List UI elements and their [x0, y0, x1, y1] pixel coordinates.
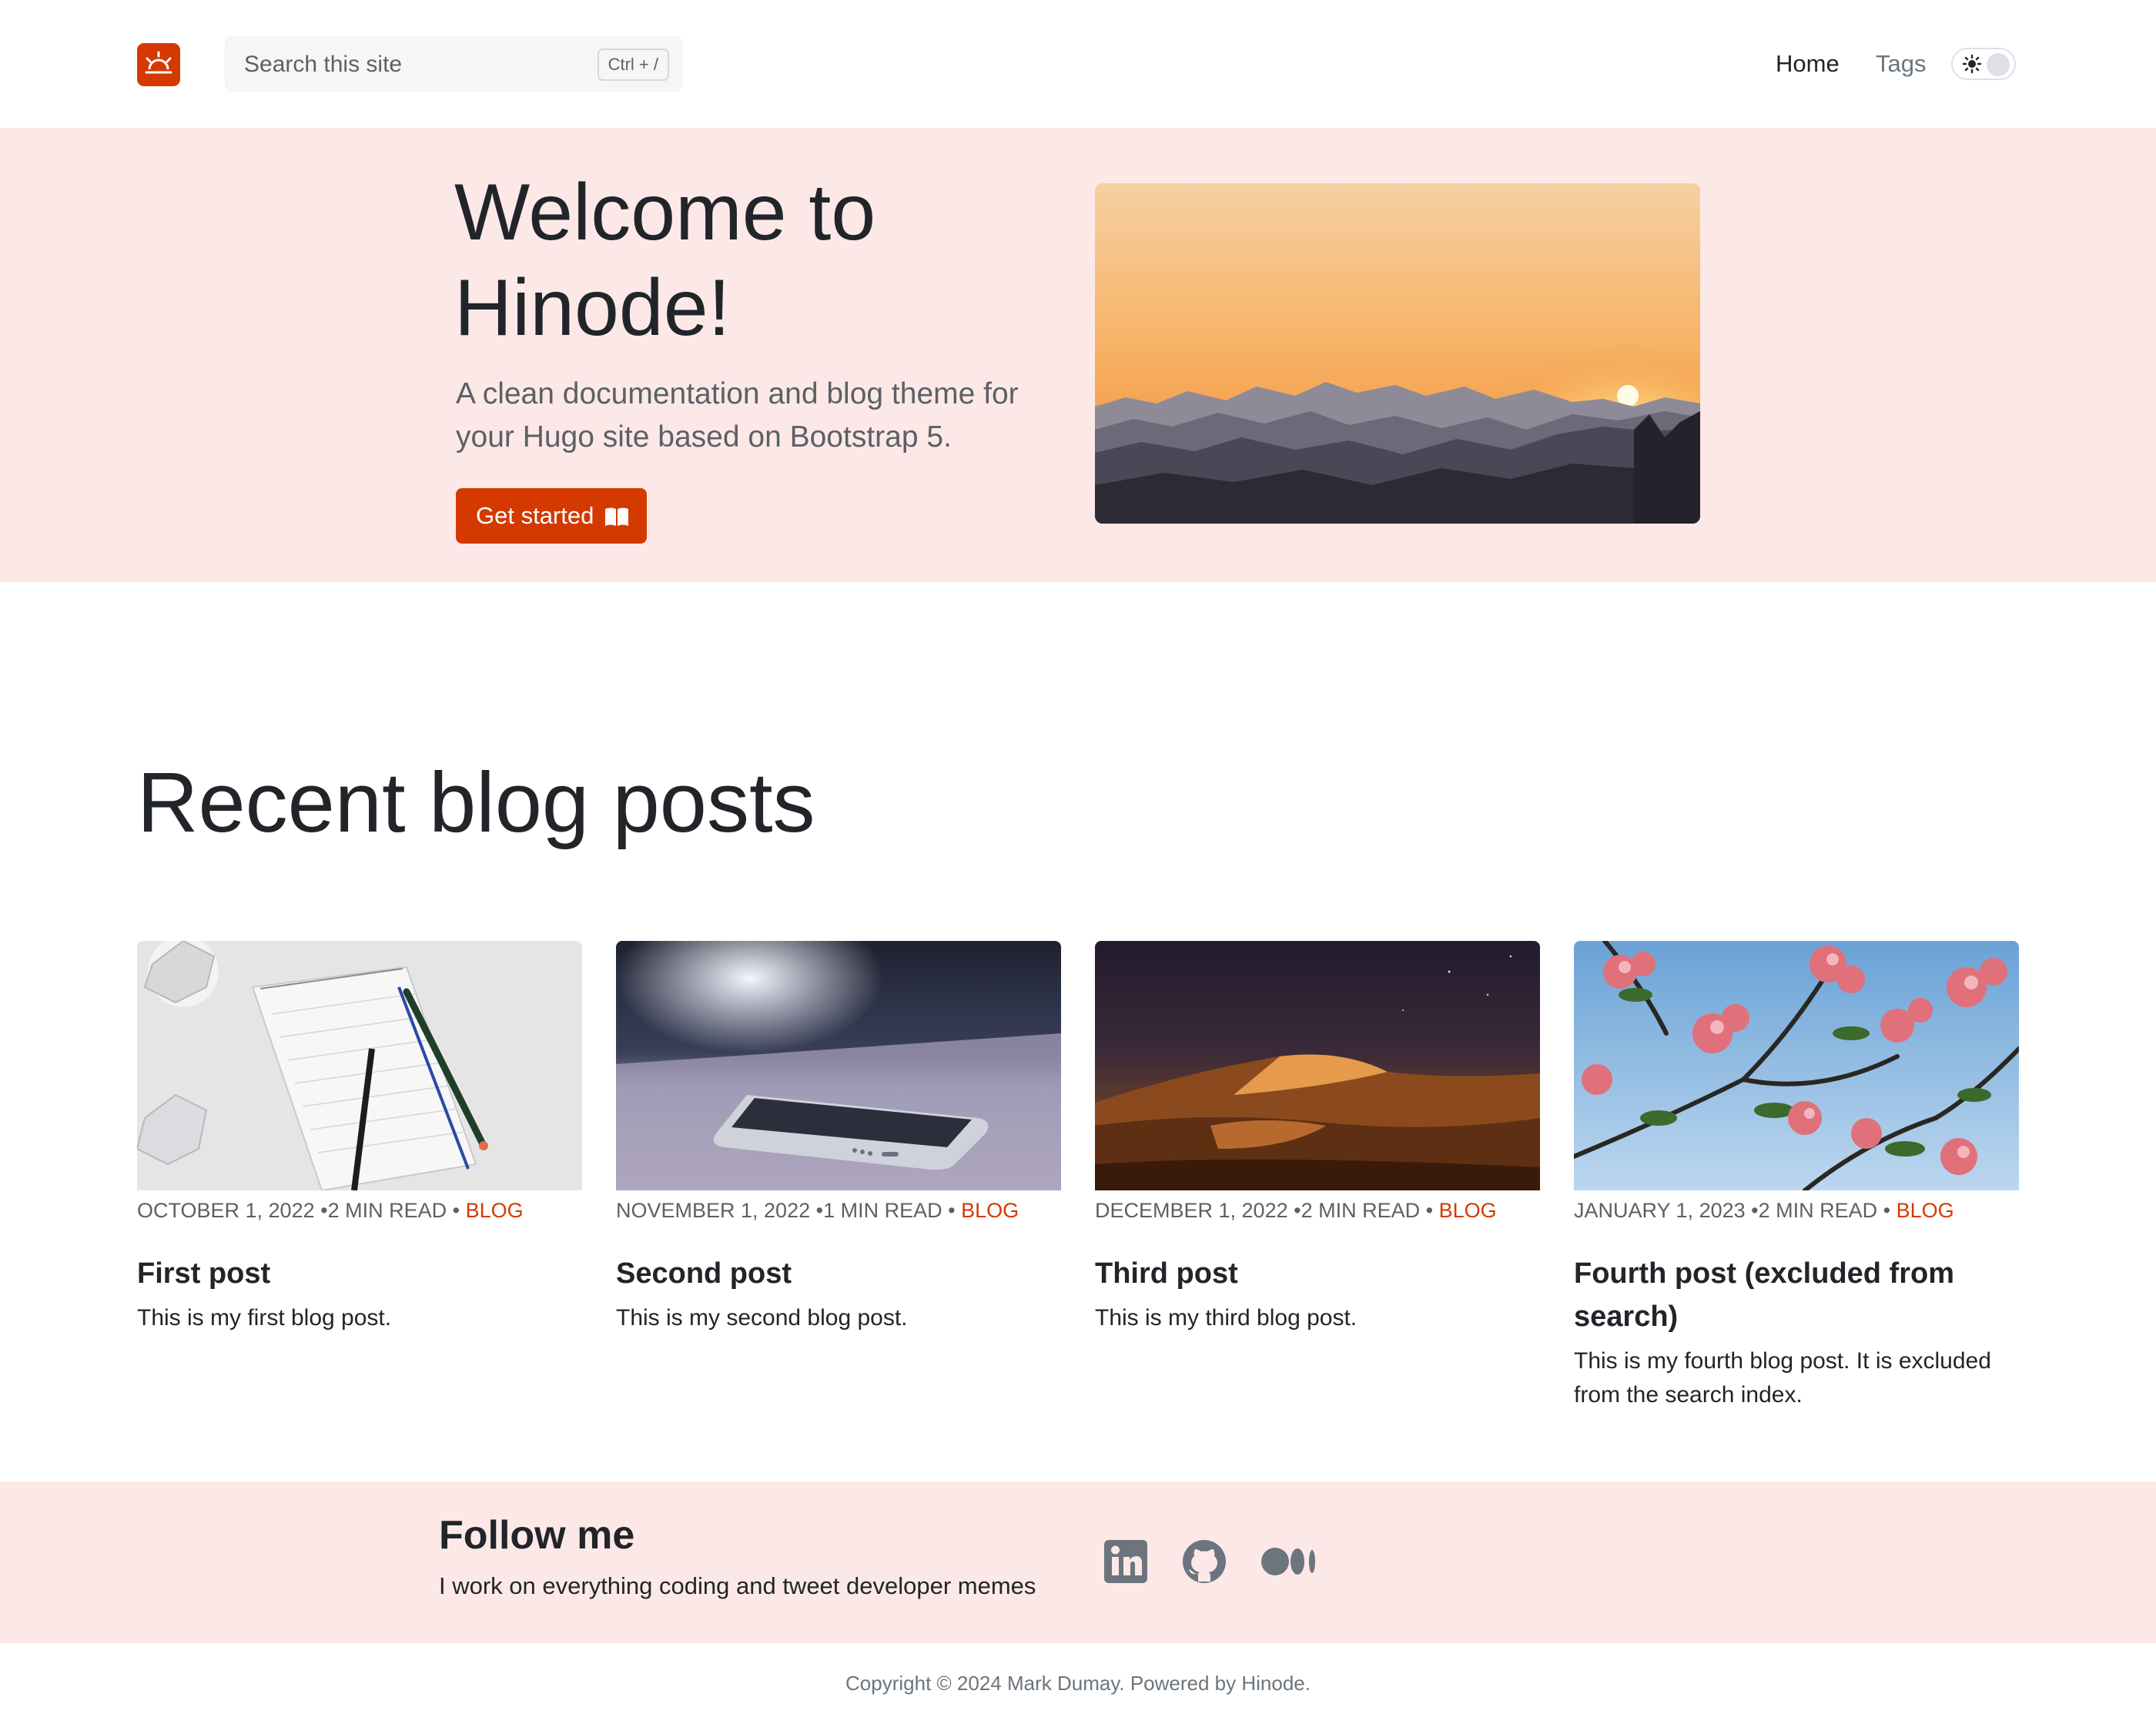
get-started-button[interactable]: Get started	[456, 488, 647, 544]
post-title[interactable]: Second post	[616, 1252, 1061, 1295]
theme-toggle[interactable]	[1951, 48, 2016, 80]
post-description: This is my fourth blog post. It is exclu…	[1574, 1348, 1991, 1408]
post-date: JANUARY 1, 2023	[1574, 1199, 1746, 1222]
post-read-time: 2 MIN READ	[1301, 1199, 1421, 1222]
blossom-image[interactable]	[1574, 941, 2019, 1190]
medium-icon[interactable]	[1260, 1537, 1321, 1586]
recent-posts-title: Recent blog posts	[137, 755, 815, 850]
nav-home-link[interactable]: Home	[1776, 0, 1840, 128]
post-tag-link[interactable]: BLOG	[1897, 1199, 1954, 1222]
follow-subtitle: I work on everything coding and tweet de…	[439, 1572, 1036, 1599]
post-date: OCTOBER 1, 2022	[137, 1199, 315, 1222]
hero-subtitle: A clean documentation and blog theme for…	[456, 377, 1019, 454]
post-date: NOVEMBER 1, 2022	[616, 1199, 811, 1222]
post-card[interactable]: NOVEMBER 1, 2022 •1 MIN READ • BLOG Seco…	[616, 941, 1061, 1335]
follow-title: Follow me	[439, 1513, 635, 1558]
get-started-label: Get started	[476, 502, 594, 529]
navbar: Search this site Ctrl + / Home Tags	[0, 0, 2156, 128]
meta-separator: •	[1883, 1199, 1891, 1222]
post-description: This is my third blog post.	[1095, 1305, 1358, 1331]
meta-separator: •	[815, 1199, 824, 1222]
post-meta: NOVEMBER 1, 2022 •1 MIN READ • BLOG	[616, 1197, 1061, 1224]
post-description: This is my first blog post.	[137, 1305, 392, 1331]
post-read-time: 2 MIN READ	[327, 1199, 447, 1222]
post-tag-link[interactable]: BLOG	[466, 1199, 524, 1222]
meta-separator: •	[948, 1199, 956, 1222]
post-card[interactable]: OCTOBER 1, 2022 •2 MIN READ • BLOG First…	[137, 941, 582, 1335]
meta-separator: •	[452, 1199, 460, 1222]
post-card[interactable]: JANUARY 1, 2023 •2 MIN READ • BLOG Fourt…	[1574, 941, 2019, 1412]
post-meta: OCTOBER 1, 2022 •2 MIN READ • BLOG	[137, 1197, 582, 1224]
post-read-time: 1 MIN READ	[823, 1199, 942, 1222]
post-date: DECEMBER 1, 2022	[1095, 1199, 1288, 1222]
hero-section: Welcome to Hinode! A clean documentation…	[0, 128, 2156, 582]
search-placeholder: Search this site	[244, 52, 403, 77]
hero-sunset-image	[1095, 183, 1700, 524]
follow-section: Follow me I work on everything coding an…	[0, 1481, 2156, 1643]
post-title[interactable]: First post	[137, 1252, 582, 1295]
search-input[interactable]: Search this site Ctrl + /	[225, 36, 682, 92]
meta-separator: •	[1294, 1199, 1301, 1222]
nav-tags-link[interactable]: Tags	[1876, 0, 1926, 128]
post-tag-link[interactable]: BLOG	[1439, 1199, 1497, 1222]
linkedin-icon[interactable]	[1101, 1537, 1150, 1586]
phone-image[interactable]	[616, 941, 1061, 1190]
desert-image[interactable]	[1095, 941, 1540, 1190]
post-read-time: 2 MIN READ	[1758, 1199, 1878, 1222]
post-title[interactable]: Fourth post (excluded from search)	[1574, 1252, 2019, 1338]
post-meta: DECEMBER 1, 2022 •2 MIN READ • BLOG	[1095, 1197, 1540, 1224]
post-card[interactable]: DECEMBER 1, 2022 •2 MIN READ • BLOG Thir…	[1095, 941, 1540, 1335]
post-description: This is my second blog post.	[616, 1305, 908, 1331]
hero-title: Welcome to Hinode!	[454, 168, 876, 353]
book-open-icon	[605, 507, 628, 526]
meta-separator: •	[1425, 1199, 1434, 1222]
search-shortcut-badge: Ctrl + /	[597, 49, 669, 81]
post-meta: JANUARY 1, 2023 •2 MIN READ • BLOG	[1574, 1197, 2019, 1224]
footer-copyright: Copyright © 2024 Mark Dumay. Powered by …	[845, 1672, 1311, 1695]
post-tag-link[interactable]: BLOG	[961, 1199, 1019, 1222]
post-title[interactable]: Third post	[1095, 1252, 1540, 1295]
hinode-logo-icon[interactable]	[137, 43, 180, 86]
notebook-image[interactable]	[137, 941, 582, 1190]
toggle-knob	[1987, 53, 2010, 76]
sun-icon	[1962, 54, 1982, 74]
meta-separator: •	[1751, 1199, 1759, 1222]
github-icon[interactable]	[1180, 1537, 1229, 1586]
meta-separator: •	[320, 1199, 328, 1222]
